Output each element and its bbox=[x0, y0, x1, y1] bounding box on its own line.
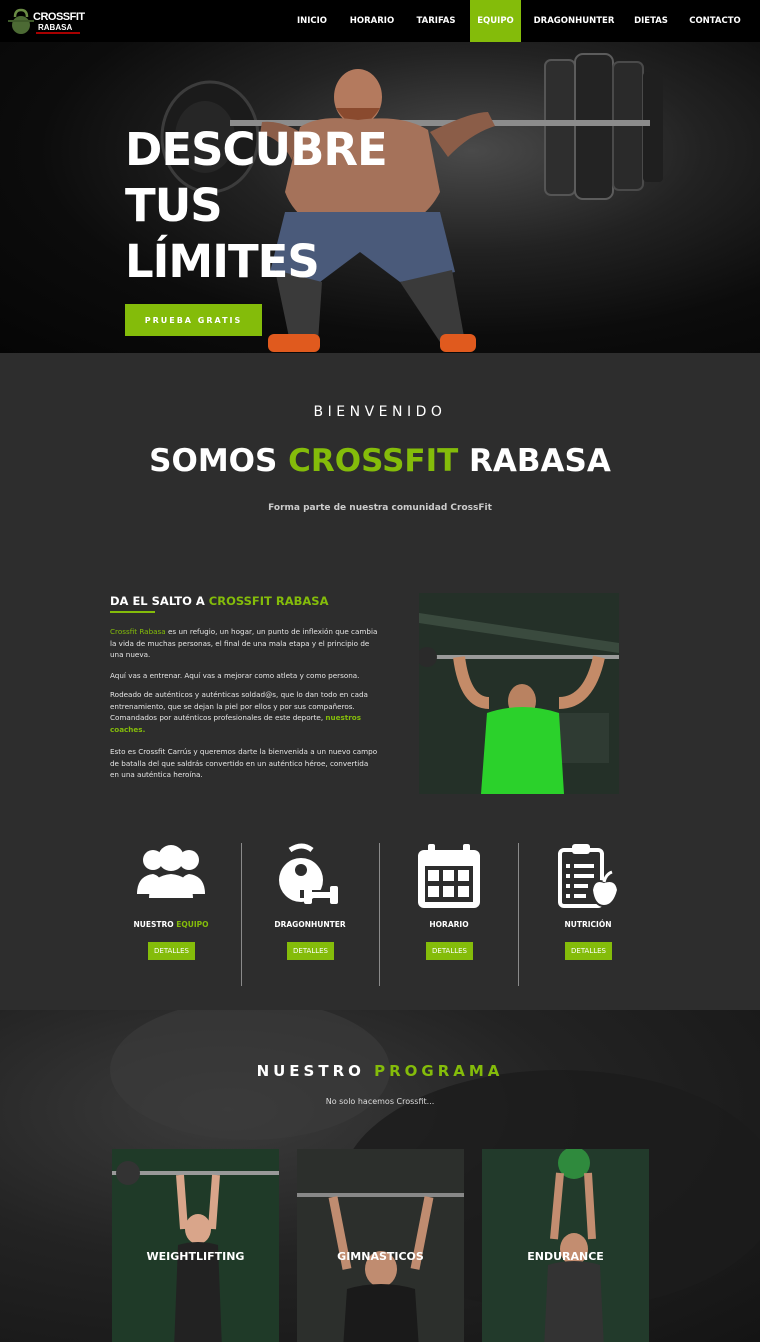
about-title-part-2: CROSSFIT RABASA bbox=[208, 594, 329, 608]
about-title: DA EL SALTO A CROSSFIT RABASA bbox=[110, 594, 329, 608]
feature-dragonhunter: DRAGONHUNTER DETALLES bbox=[241, 836, 379, 986]
nav-item-dietas[interactable]: DIETAS bbox=[626, 0, 676, 42]
program-card-weightlifting[interactable]: WEIGHTLIFTING bbox=[112, 1149, 279, 1342]
free-trial-button[interactable]: PRUEBA GRATIS bbox=[125, 304, 262, 336]
feature-team-label: NUESTRO EQUIPO bbox=[102, 920, 240, 929]
feature-nutrition-label: NUTRICIÓN bbox=[564, 920, 612, 929]
nav-item-inicio[interactable]: INICIO bbox=[288, 0, 336, 42]
kettlebell-icon bbox=[279, 843, 340, 904]
logo[interactable]: CROSSFIT RABASA bbox=[6, 5, 85, 37]
team-details-button[interactable]: DETALLES bbox=[148, 942, 195, 960]
welcome-subtitle: Forma parte de nuestra comunidad CrossFi… bbox=[268, 503, 492, 513]
about-paragraph-3: Rodeado de auténticos y auténticas solda… bbox=[110, 689, 378, 735]
dragonhunter-details-button[interactable]: DETALLES bbox=[287, 942, 334, 960]
program-card-gymnastics[interactable]: GIMNASTICOS bbox=[297, 1149, 464, 1342]
kettlebell-logo-icon bbox=[8, 8, 34, 34]
endurance-photo bbox=[482, 1149, 649, 1342]
welcome-title-part-3: RABASA bbox=[458, 443, 611, 479]
nav-item-contacto[interactable]: CONTACTO bbox=[682, 0, 748, 42]
nav-item-dragonhunter[interactable]: DRAGONHUNTER bbox=[528, 0, 620, 42]
card-label: WEIGHTLIFTING bbox=[146, 1250, 245, 1263]
about-rabasa-link[interactable]: Crossfit Rabasa bbox=[110, 627, 166, 636]
hero-heading-line-1: DESCUBRE bbox=[125, 123, 388, 176]
weightlifting-photo bbox=[112, 1149, 279, 1342]
feature-team: NUESTRO EQUIPO DETALLES bbox=[102, 836, 240, 986]
card-label: ENDURANCE bbox=[527, 1250, 604, 1263]
about-paragraph-4: Esto es Crossfit Carrús y queremos darte… bbox=[110, 747, 378, 779]
hero-heading-line-3: LÍMITES bbox=[125, 235, 320, 288]
nutrition-details-button[interactable]: DETALLES bbox=[565, 942, 612, 960]
program-title-part-1: NUESTRO bbox=[256, 1062, 375, 1080]
nav-item-horario[interactable]: HORARIO bbox=[343, 0, 401, 42]
coach-photo-image bbox=[419, 593, 619, 794]
welcome-title: SOMOS CROSSFIT RABASA bbox=[0, 443, 760, 479]
top-nav: CROSSFIT RABASA INICIO HORARIO TARIFAS E… bbox=[0, 0, 760, 42]
hero-banner: DESCUBRE TUS LÍMITES PRUEBA GRATIS bbox=[0, 42, 760, 353]
logo-subtext: RABASA bbox=[38, 23, 73, 32]
hero-heading-line-2: TUS bbox=[125, 179, 223, 232]
feature-team-label-part-1: NUESTRO bbox=[133, 920, 177, 929]
hero-heading: DESCUBRE TUS LÍMITES bbox=[125, 122, 388, 290]
card-label: GIMNASTICOS bbox=[337, 1250, 424, 1263]
calendar-icon bbox=[418, 844, 480, 908]
about-title-underline bbox=[110, 611, 155, 613]
nav-item-tarifas[interactable]: TARIFAS bbox=[408, 0, 464, 42]
feature-team-label-part-2: EQUIPO bbox=[176, 920, 209, 929]
program-section: NUESTRO PROGRAMA No solo hacemos Crossfi… bbox=[0, 1010, 760, 1342]
about-paragraph-1: Crossfit Rabasa es un refugio, un hogar,… bbox=[110, 626, 378, 661]
nav-item-equipo[interactable]: EQUIPO bbox=[470, 0, 521, 42]
welcome-section: BIENVENIDO SOMOS CROSSFIT RABASA Forma p… bbox=[0, 353, 760, 1010]
program-card-endurance[interactable]: ENDURANCE bbox=[482, 1149, 649, 1342]
program-title-part-2: PROGRAMA bbox=[374, 1062, 504, 1080]
logo-underline bbox=[36, 32, 80, 34]
program-title: NUESTRO PROGRAMA bbox=[0, 1062, 760, 1080]
welcome-kicker: BIENVENIDO bbox=[313, 404, 447, 420]
feature-dragonhunter-label: DRAGONHUNTER bbox=[274, 920, 346, 929]
gymnastics-photo bbox=[297, 1149, 464, 1342]
logo-text: CROSSFIT bbox=[33, 11, 85, 23]
about-title-part-1: DA EL SALTO A bbox=[110, 594, 209, 608]
welcome-title-part-2: CROSSFIT bbox=[288, 443, 459, 479]
nutrition-icon bbox=[558, 844, 620, 908]
feature-schedule: HORARIO DETALLES bbox=[380, 836, 518, 986]
feature-nutrition: NUTRICIÓN DETALLES bbox=[519, 836, 657, 986]
welcome-title-part-1: SOMOS bbox=[149, 443, 289, 479]
users-icon bbox=[137, 845, 205, 898]
feature-schedule-label: HORARIO bbox=[429, 920, 469, 929]
coach-photo bbox=[419, 593, 619, 794]
about-paragraph-2: Aquí vas a entrenar. Aquí vas a mejorar … bbox=[110, 671, 360, 680]
schedule-details-button[interactable]: DETALLES bbox=[426, 942, 473, 960]
program-subtitle: No solo hacemos Crossfit... bbox=[325, 1097, 435, 1106]
